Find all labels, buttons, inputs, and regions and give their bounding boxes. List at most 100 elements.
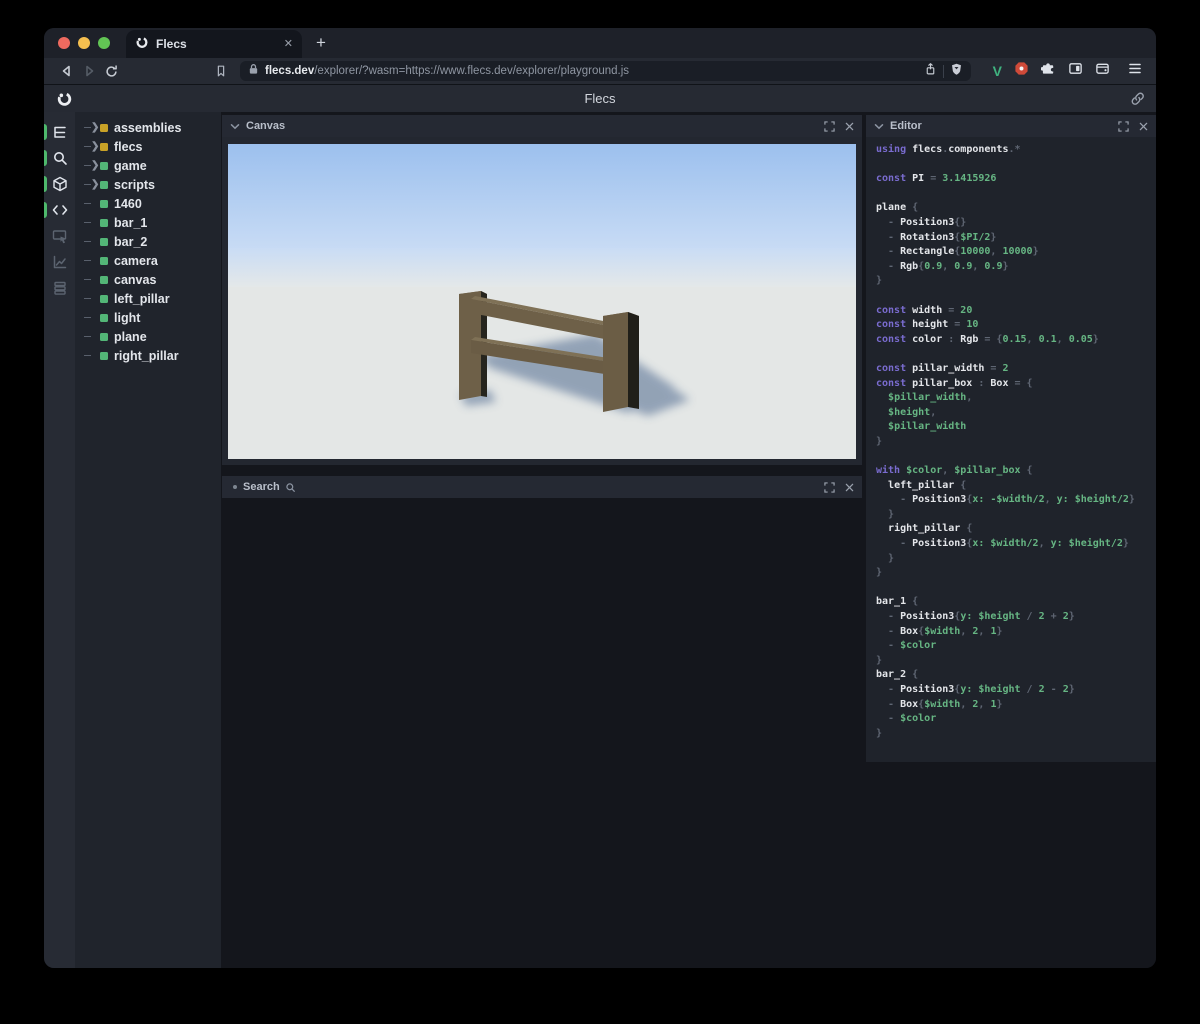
tree-item[interactable]: ❯ flecs	[75, 137, 221, 156]
tree-item-marker[interactable]	[84, 260, 100, 261]
fullscreen-icon[interactable]	[824, 481, 835, 493]
tree-item-marker[interactable]	[84, 241, 100, 242]
close-window-button[interactable]	[58, 37, 70, 49]
tree-item-marker[interactable]: ❯	[84, 160, 100, 171]
tree-item-label: left_pillar	[114, 291, 170, 306]
forward-button[interactable]	[78, 60, 100, 82]
address-bar[interactable]: flecs.dev/explorer/?wasm=https://www.fle…	[240, 61, 971, 81]
code-editor-icon[interactable]	[44, 197, 75, 223]
tree-item-marker[interactable]	[84, 298, 100, 299]
entity-tree-icon[interactable]	[44, 119, 75, 145]
collapsed-dot-icon[interactable]	[233, 485, 237, 489]
canvas-panel: Canvas	[222, 115, 862, 465]
tree-item[interactable]: light	[75, 308, 221, 327]
zoom-window-button[interactable]	[98, 37, 110, 49]
canvas-panel-title: Canvas	[246, 120, 286, 132]
tree-item-marker[interactable]	[84, 355, 100, 356]
entity-kind-icon	[100, 313, 108, 322]
back-button[interactable]	[56, 60, 78, 82]
tree-item[interactable]: right_pillar	[75, 346, 221, 365]
extensions-puzzle-icon[interactable]	[1040, 61, 1056, 81]
chevron-down-icon[interactable]	[874, 122, 884, 131]
vue-devtools-icon[interactable]: V	[993, 64, 1002, 78]
wallet-icon[interactable]	[1095, 61, 1110, 81]
new-tab-button[interactable]: +	[302, 28, 340, 58]
tree-item-marker[interactable]	[84, 279, 100, 280]
tree-item[interactable]: 1460	[75, 194, 221, 213]
close-panel-icon[interactable]	[845, 122, 854, 131]
flecs-favicon	[135, 35, 149, 54]
tree-item-label: game	[114, 158, 147, 173]
tree-item[interactable]: left_pillar	[75, 289, 221, 308]
tree-item[interactable]: canvas	[75, 270, 221, 289]
tree-item-label: canvas	[114, 272, 157, 287]
reload-button[interactable]	[100, 60, 122, 82]
horizon	[228, 248, 856, 290]
tree-item-marker[interactable]: ❯	[84, 140, 100, 152]
close-panel-icon[interactable]	[1139, 122, 1148, 131]
center-column: Canvas Search	[222, 112, 862, 968]
tree-item-label: camera	[114, 253, 158, 268]
lock-icon	[248, 62, 259, 80]
sidebar-toggle-icon[interactable]	[1068, 61, 1083, 81]
url-text: flecs.dev/explorer/?wasm=https://www.fle…	[265, 65, 629, 77]
brave-shield-icon[interactable]	[950, 62, 963, 81]
tree-item-marker[interactable]: ❯	[84, 122, 100, 133]
editor-panel-header[interactable]: Editor	[866, 115, 1156, 137]
share-link-icon[interactable]	[1130, 91, 1145, 111]
tree-item[interactable]: camera	[75, 251, 221, 270]
tree-item[interactable]: ❯ game	[75, 156, 221, 175]
tree-item[interactable]: bar_2	[75, 232, 221, 251]
magnifier-icon	[286, 482, 295, 492]
tree-item-label: bar_2	[114, 234, 148, 249]
inspector-icon[interactable]	[44, 223, 75, 249]
icon-rail	[44, 112, 75, 968]
tree-item-label: light	[114, 310, 141, 325]
canvas-viewport[interactable]	[222, 137, 862, 465]
canvas-panel-header[interactable]: Canvas	[222, 115, 862, 137]
tree-item-marker[interactable]: ❯	[84, 178, 100, 190]
tree-item[interactable]: bar_1	[75, 213, 221, 232]
tree-item-marker[interactable]	[84, 336, 100, 337]
search-panel-header[interactable]: Search	[222, 476, 862, 498]
fullscreen-icon[interactable]	[824, 120, 835, 132]
tree-item-label: 1460	[114, 196, 142, 211]
close-tab-icon[interactable]: ✕	[284, 38, 293, 50]
entity-tree: ❯ assemblies ❯ flecs ❯ game ❯ scripts 14…	[75, 112, 221, 968]
canvas-3d-icon[interactable]	[44, 171, 75, 197]
adblock-extension-icon[interactable]	[1014, 61, 1029, 81]
logs-stack-icon[interactable]	[44, 275, 75, 301]
entity-kind-icon	[100, 218, 108, 227]
fullscreen-icon[interactable]	[1118, 120, 1129, 132]
tree-item[interactable]: plane	[75, 327, 221, 346]
tree-item[interactable]: ❯ assemblies	[75, 118, 221, 137]
app-header: Flecs	[44, 84, 1156, 112]
editor-panel: Editor using flecs.components.* const PI…	[866, 115, 1156, 762]
close-panel-icon[interactable]	[845, 483, 854, 492]
search-icon[interactable]	[44, 145, 75, 171]
minimize-window-button[interactable]	[78, 37, 90, 49]
expand-arrow-icon: ❯	[91, 140, 100, 152]
entity-kind-icon	[100, 294, 108, 303]
flecs-logo	[56, 90, 73, 112]
tree-item-marker[interactable]	[84, 222, 100, 223]
menu-icon[interactable]	[1128, 62, 1142, 80]
share-icon[interactable]	[924, 62, 937, 81]
expand-arrow-icon: ❯	[91, 178, 100, 190]
tree-item[interactable]: ❯ scripts	[75, 175, 221, 194]
entity-kind-icon	[100, 332, 108, 341]
browser-tab[interactable]: Flecs ✕	[126, 30, 302, 58]
chevron-down-icon[interactable]	[230, 122, 240, 131]
entity-kind-icon	[100, 256, 108, 265]
screen: Flecs ✕ + flecs.dev/explorer/?wasm=https…	[0, 0, 1200, 1024]
statistics-chart-icon[interactable]	[44, 249, 75, 275]
tree-item-label: flecs	[114, 139, 143, 154]
bookmark-icon[interactable]	[210, 60, 232, 82]
search-panel: Search	[222, 476, 862, 498]
tree-item-marker[interactable]	[84, 317, 100, 318]
entity-kind-icon	[100, 180, 108, 189]
tree-item-marker[interactable]	[84, 203, 100, 204]
entity-kind-icon	[100, 237, 108, 246]
editor-code[interactable]: using flecs.components.* const PI = 3.14…	[866, 137, 1156, 762]
window-controls	[44, 28, 126, 58]
